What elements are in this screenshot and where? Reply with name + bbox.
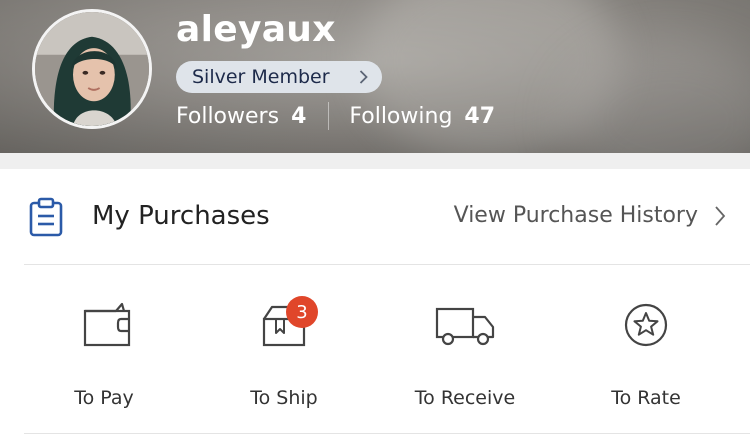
avatar[interactable] [32, 9, 152, 129]
status-to-rate[interactable]: To Rate [561, 265, 731, 433]
status-to-pay[interactable]: To Pay [19, 265, 189, 433]
history-link-label: View Purchase History [453, 203, 698, 228]
divider [24, 433, 750, 434]
section-separator [0, 153, 750, 169]
purchases-title: My Purchases [92, 201, 270, 231]
to-ship-count-badge: 3 [286, 296, 318, 328]
followers-stat[interactable]: Followers 4 [176, 104, 306, 129]
username: aleyaux [176, 9, 336, 50]
following-label: Following [349, 103, 453, 129]
follow-stats: Followers 4 Following 47 [176, 101, 495, 131]
status-to-ship[interactable]: 3 To Ship [199, 265, 369, 433]
truck-icon [435, 307, 495, 346]
status-label: To Pay [74, 387, 134, 409]
status-label: To Ship [250, 387, 318, 409]
star-circle-icon [624, 303, 668, 347]
purchases-header[interactable]: My Purchases View Purchase History [0, 169, 750, 264]
membership-label: Silver Member [192, 66, 330, 88]
status-to-receive[interactable]: To Receive [380, 265, 550, 433]
followers-label: Followers [176, 103, 280, 129]
status-label: To Rate [611, 387, 681, 409]
membership-badge[interactable]: Silver Member [176, 61, 382, 93]
chevron-right-icon [715, 205, 726, 226]
profile-header: aleyaux Silver Member Followers 4 Follow… [0, 0, 750, 153]
view-purchase-history-link[interactable]: View Purchase History [454, 203, 726, 228]
stats-divider [328, 102, 330, 130]
followers-count: 4 [291, 103, 307, 129]
avatar-photo [35, 12, 149, 126]
wallet-icon [83, 302, 131, 347]
status-label: To Receive [414, 387, 516, 409]
following-count: 47 [464, 103, 496, 129]
chevron-right-icon [359, 70, 368, 84]
order-status-row: To Pay 3 To Ship To Receive To Rate [0, 265, 750, 433]
following-stat[interactable]: Following 47 [349, 104, 495, 129]
clipboard-icon [29, 197, 63, 237]
